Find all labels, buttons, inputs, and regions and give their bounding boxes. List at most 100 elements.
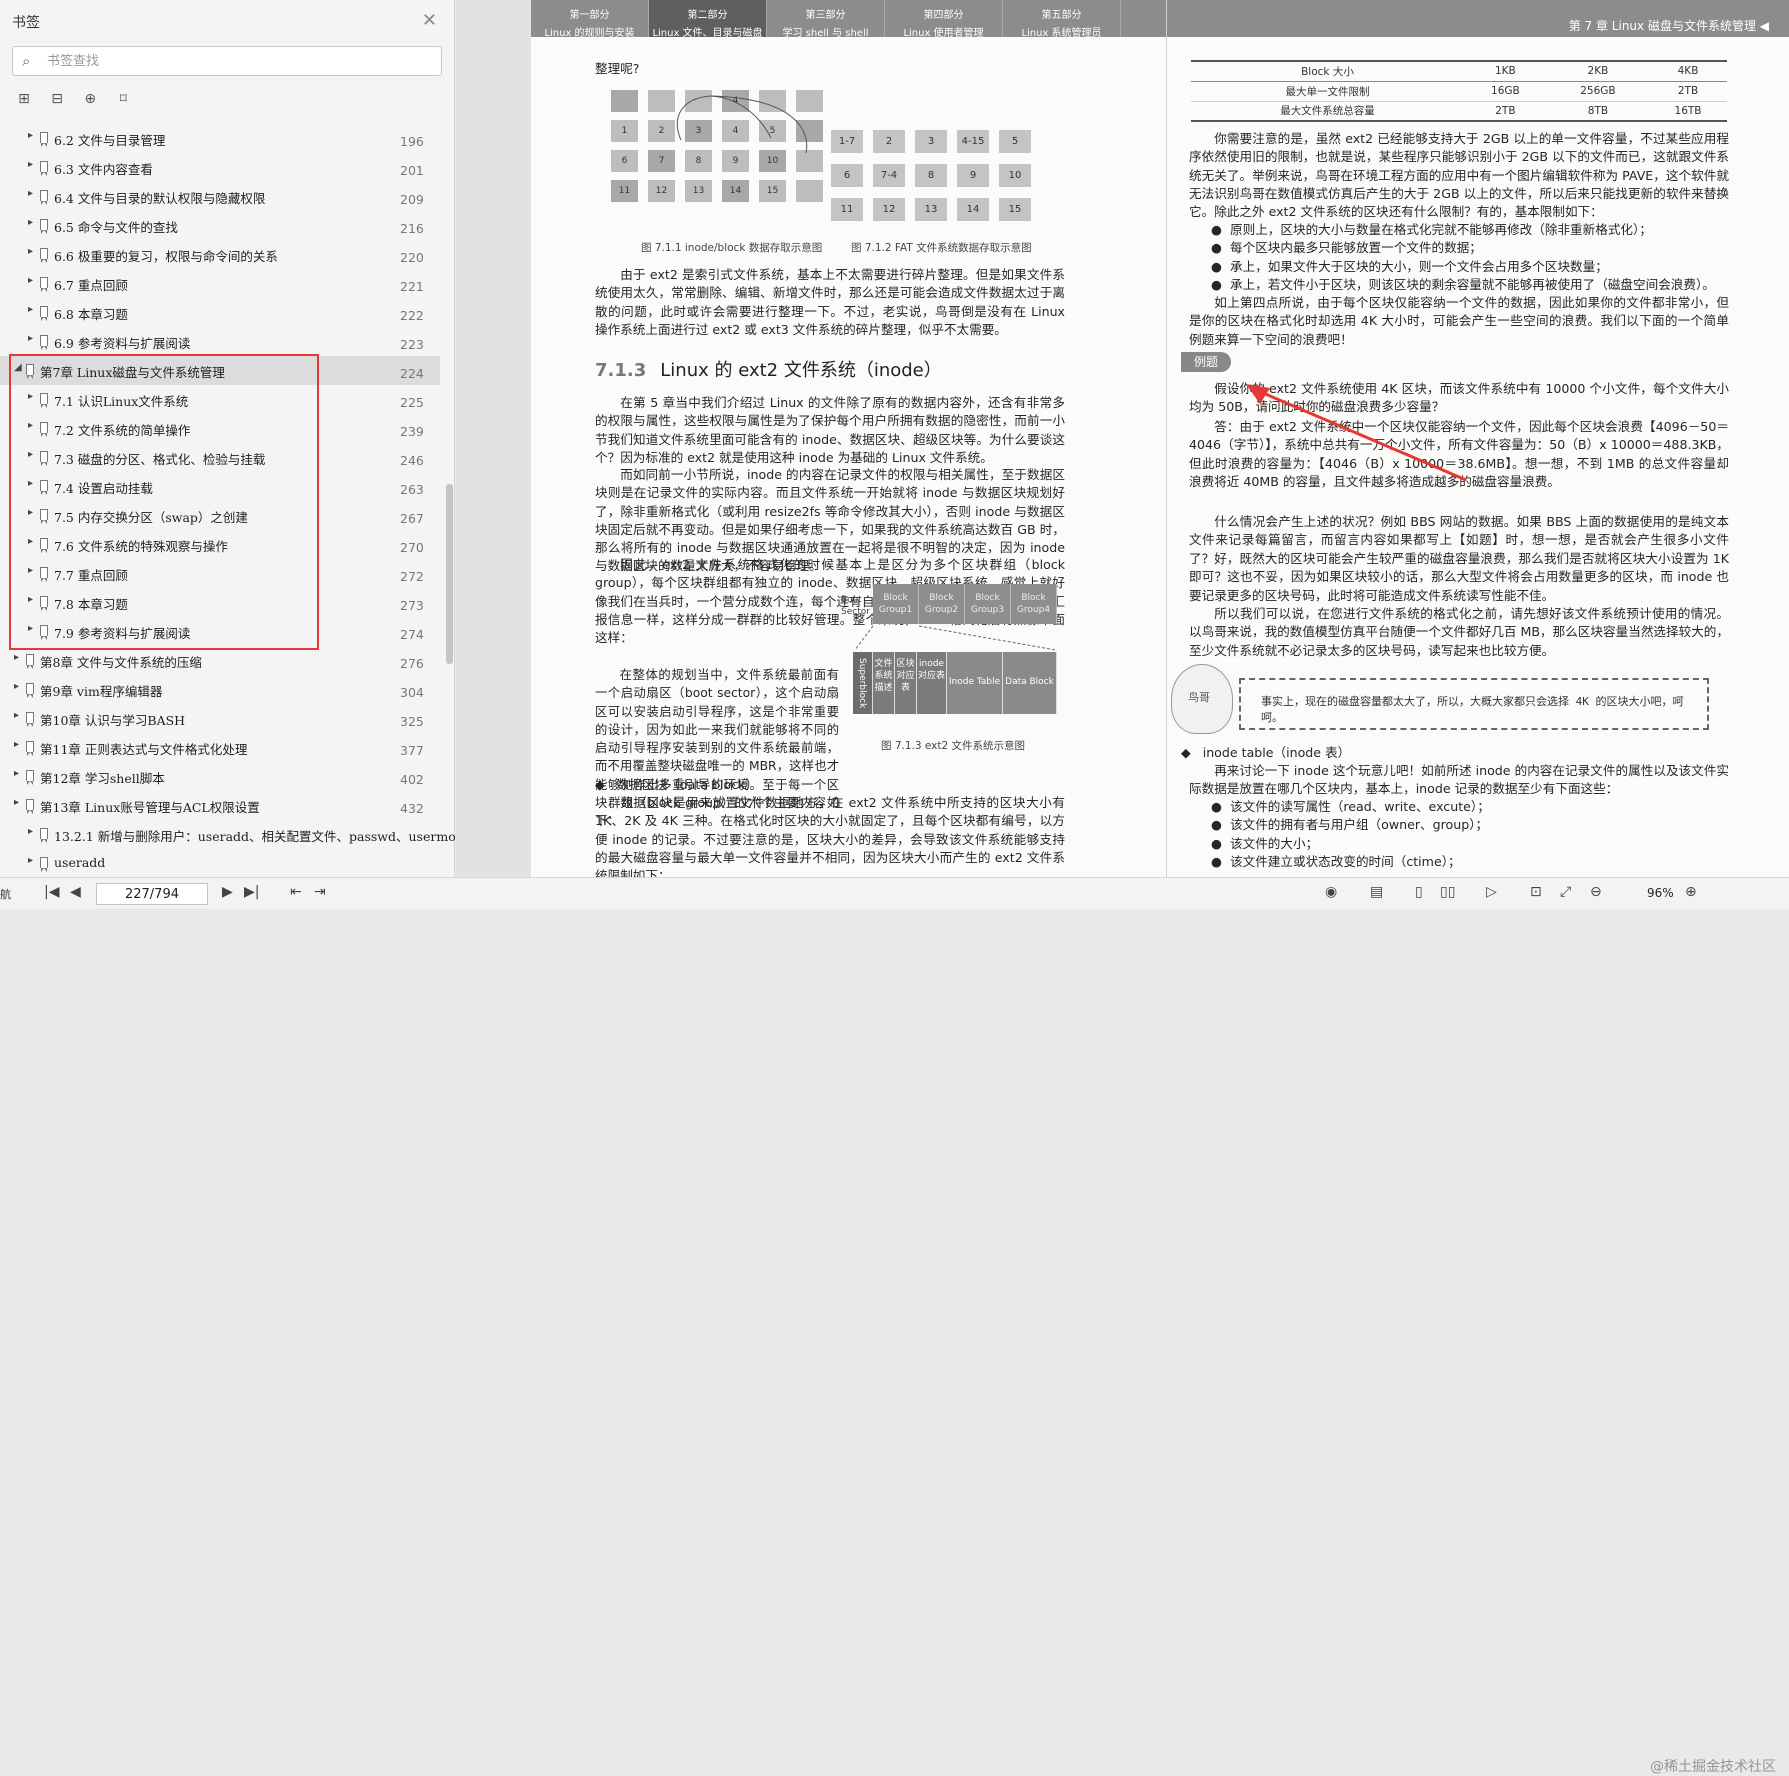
bookmark-icon[interactable]: ⌑ (113, 91, 133, 109)
collapsed-arrow-icon[interactable]: ▸ (28, 594, 38, 605)
expand-all-icon[interactable]: ⊞ (14, 91, 34, 109)
collapsed-arrow-icon[interactable]: ▸ (28, 478, 38, 489)
sidebar-item-6[interactable]: ▸ 6.8 本章习题 222 (0, 298, 440, 327)
prev-page-icon[interactable]: ◀ (70, 884, 81, 900)
collapsed-arrow-icon[interactable]: ▸ (14, 681, 24, 692)
collapsed-arrow-icon[interactable]: ▸ (28, 130, 38, 141)
grid-cell: 13 (915, 198, 947, 221)
sidebar-item-9[interactable]: ▸ 7.1 认识Linux文件系统 225 (0, 385, 440, 414)
first-page-icon[interactable]: |◀ (44, 884, 59, 900)
bookmark-icon (40, 538, 48, 553)
fit-width-icon[interactable]: ⤢ (1560, 884, 1571, 900)
sidebar-item-10[interactable]: ▸ 7.2 文件系统的简单操作 239 (0, 414, 440, 443)
next-page-icon[interactable]: ▶ (222, 884, 233, 900)
bookmark-search-input[interactable] (47, 51, 427, 71)
sidebar-item-label: 6.6 极重要的复习，权限与命令间的关系 (54, 249, 278, 264)
sidebar-item-7[interactable]: ▸ 6.9 参考资料与扩展阅读 223 (0, 327, 440, 356)
collapsed-arrow-icon[interactable]: ▸ (28, 565, 38, 576)
sidebar-item-21[interactable]: ▸ 第11章 正则表达式与文件格式化处理 377 (0, 733, 440, 762)
sidebar-item-4[interactable]: ▸ 6.6 极重要的复习，权限与命令间的关系 220 (0, 240, 440, 269)
figure-3-caption: 图 7.1.3 ext2 文件系统示意图 (881, 740, 1026, 752)
sidebar-item-page: 274 (400, 627, 424, 642)
sidebar-item-1[interactable]: ▸ 6.3 文件内容查看 201 (0, 153, 440, 182)
expanded-arrow-icon[interactable]: ◢ (14, 362, 24, 373)
sidebar-item-label: 7.5 内存交换分区（swap）之创建 (54, 510, 248, 525)
play-icon[interactable]: ▷ (1486, 884, 1497, 900)
sidebar-item-label: 6.8 本章习题 (54, 307, 128, 322)
collapsed-arrow-icon[interactable]: ▸ (28, 449, 38, 460)
sidebar-item-22[interactable]: ▸ 第12章 学习shell脚本 402 (0, 762, 440, 791)
sidebar-item-23[interactable]: ▸ 第13章 Linux账号管理与ACL权限设置 432 (0, 791, 440, 820)
grid-cell: 14 (957, 198, 989, 221)
sidebar-item-label: 第8章 文件与文件系统的压缩 (40, 655, 202, 670)
tab-part-1: 第一部分 Linux 的规则与安装 (531, 0, 649, 39)
sidebar-item-label: 6.5 命令与文件的查找 (54, 220, 178, 235)
sidebar-item-label: 13.2.1 新增与删除用户：useradd、相关配置文件、passwd、use… (54, 829, 455, 844)
two-page-icon[interactable]: ▯▯ (1440, 884, 1455, 900)
bookmark-icon (40, 857, 48, 872)
sidebar-item-17[interactable]: ▸ 7.9 参考资料与扩展阅读 274 (0, 617, 440, 646)
collapsed-arrow-icon[interactable]: ▸ (28, 855, 38, 866)
sidebar-item-2[interactable]: ▸ 6.4 文件与目录的默认权限与隐藏权限 209 (0, 182, 440, 211)
collapsed-arrow-icon[interactable]: ▸ (28, 391, 38, 402)
collapse-all-icon[interactable]: ⊟ (47, 91, 67, 109)
collapsed-arrow-icon[interactable]: ▸ (14, 768, 24, 779)
bookmark-search[interactable]: ⌕ (12, 46, 442, 76)
sidebar-item-label: 第10章 认识与学习BASH (40, 713, 186, 728)
table-cell: 256GB (1546, 81, 1650, 102)
collapsed-arrow-icon[interactable]: ▸ (28, 217, 38, 228)
sidebar-item-3[interactable]: ▸ 6.5 命令与文件的查找 216 (0, 211, 440, 240)
collapsed-arrow-icon[interactable]: ▸ (28, 304, 38, 315)
bookmark-icon (26, 770, 34, 785)
collapsed-arrow-icon[interactable]: ▸ (14, 797, 24, 808)
collapsed-arrow-icon[interactable]: ▸ (28, 826, 38, 837)
zoom-in-icon[interactable]: ⊕ (1685, 884, 1697, 900)
sidebar-scrollbar[interactable] (446, 124, 453, 874)
scrollbar-thumb[interactable] (446, 484, 453, 664)
bookmark-icon (40, 306, 48, 321)
collapsed-arrow-icon[interactable]: ▸ (28, 623, 38, 634)
page-number-input[interactable] (96, 883, 208, 905)
bullet-data-block: ◆ 数据区块（data block） (595, 777, 759, 792)
collapsed-arrow-icon[interactable]: ▸ (14, 710, 24, 721)
collapsed-arrow-icon[interactable]: ▸ (28, 536, 38, 547)
sidebar-item-5[interactable]: ▸ 6.7 重点回顾 221 (0, 269, 440, 298)
collapsed-arrow-icon[interactable]: ▸ (14, 652, 24, 663)
collapsed-arrow-icon[interactable]: ▸ (28, 333, 38, 344)
sidebar-item-8[interactable]: ◢ 第7章 Linux磁盘与文件系统管理 224 (0, 356, 440, 385)
sidebar-item-16[interactable]: ▸ 7.8 本章习题 273 (0, 588, 440, 617)
sidebar-item-14[interactable]: ▸ 7.6 文件系统的特殊观察与操作 270 (0, 530, 440, 559)
close-icon[interactable]: ✕ (422, 10, 437, 31)
bookmark-icon (26, 654, 34, 669)
back-icon[interactable]: ⇤ (290, 884, 302, 900)
sidebar-item-18[interactable]: ▸ 第8章 文件与文件系统的压缩 276 (0, 646, 440, 675)
collapsed-arrow-icon[interactable]: ▸ (14, 739, 24, 750)
sidebar-item-19[interactable]: ▸ 第9章 vim程序编辑器 304 (0, 675, 440, 704)
zoom-out-icon[interactable]: ⊖ (1590, 884, 1602, 900)
forward-icon[interactable]: ⇥ (314, 884, 326, 900)
sidebar-item-0[interactable]: ▸ 6.2 文件与目录管理 196 (0, 124, 440, 153)
last-page-icon[interactable]: ▶| (244, 884, 259, 900)
sidebar-item-label: 第9章 vim程序编辑器 (40, 684, 163, 699)
add-bookmark-icon[interactable]: ⊕ (80, 91, 100, 109)
sidebar-item-12[interactable]: ▸ 7.4 设置启动挂载 263 (0, 472, 440, 501)
sidebar-item-24[interactable]: ▸ 13.2.1 新增与删除用户：useradd、相关配置文件、passwd、us… (0, 820, 455, 849)
collapsed-arrow-icon[interactable]: ▸ (28, 159, 38, 170)
collapsed-arrow-icon[interactable]: ▸ (28, 275, 38, 286)
sidebar-item-13[interactable]: ▸ 7.5 内存交换分区（swap）之创建 267 (0, 501, 440, 530)
eye-icon[interactable]: ◉ (1325, 884, 1337, 900)
single-page-icon[interactable]: ▯ (1415, 884, 1423, 900)
grid-cell: 9 (957, 164, 989, 187)
actual-size-icon[interactable]: ⊡ (1530, 884, 1542, 900)
sidebar-item-15[interactable]: ▸ 7.7 重点回顾 272 (0, 559, 440, 588)
fit-page-icon[interactable]: ▤ (1370, 884, 1383, 900)
collapsed-arrow-icon[interactable]: ▸ (28, 188, 38, 199)
collapsed-arrow-icon[interactable]: ▸ (28, 246, 38, 257)
sidebar-item-11[interactable]: ▸ 7.3 磁盘的分区、格式化、检验与挂载 246 (0, 443, 440, 472)
collapsed-arrow-icon[interactable]: ▸ (28, 420, 38, 431)
sidebar-item-20[interactable]: ▸ 第10章 认识与学习BASH 325 (0, 704, 440, 733)
zoom-level[interactable]: 96% (1647, 886, 1674, 900)
bookmark-icon (40, 248, 48, 263)
sidebar-item-25[interactable]: ▸ useradd (0, 849, 440, 874)
collapsed-arrow-icon[interactable]: ▸ (28, 507, 38, 518)
